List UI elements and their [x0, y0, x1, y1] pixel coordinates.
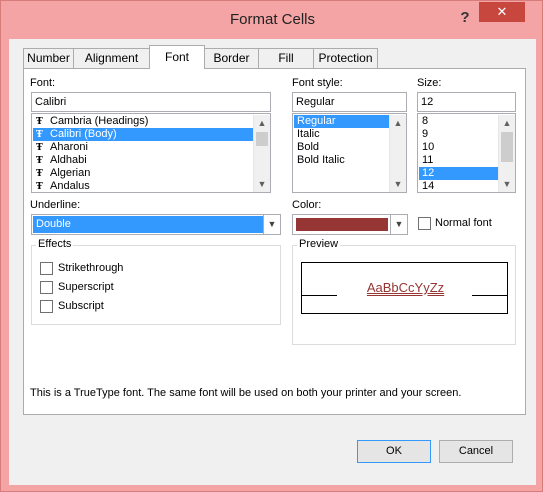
preview-group: Preview AaBbCcYyZz — [292, 238, 516, 345]
size-label: Size: — [417, 77, 442, 89]
close-button[interactable]: ✕ — [479, 2, 525, 22]
size-list-item[interactable]: 11 — [419, 154, 498, 167]
chevron-down-icon[interactable]: ▼ — [263, 215, 280, 234]
font-style-item-selected[interactable]: Regular — [294, 115, 389, 128]
font-name-field[interactable]: Calibri — [31, 92, 271, 112]
scroll-down-arrow-icon[interactable]: ▼ — [390, 176, 406, 192]
effects-group: Effects Strikethrough Superscript Subscr… — [31, 238, 281, 325]
color-picker[interactable]: ▼ — [292, 214, 408, 235]
size-list-item[interactable]: 10 — [419, 141, 498, 154]
font-style-item[interactable]: Bold — [294, 141, 389, 154]
preview-sample-text: AaBbCcYyZz — [366, 280, 445, 295]
tab-border[interactable]: Border — [204, 48, 259, 68]
ok-button[interactable]: OK — [357, 440, 431, 463]
strikethrough-label: Strikethrough — [58, 262, 124, 274]
size-list-item[interactable]: 8 — [419, 115, 498, 128]
truetype-icon: Ŧ — [36, 182, 43, 192]
tab-fill[interactable]: Fill — [258, 48, 314, 68]
size-list-item-selected[interactable]: 12 — [419, 167, 498, 180]
size-list-item[interactable]: 14 — [419, 180, 498, 192]
size-list-scrollbar[interactable]: ▲ ▼ — [498, 115, 515, 192]
normal-font-checkbox[interactable] — [418, 217, 431, 230]
title-bar: Format Cells ? ✕ — [1, 1, 543, 39]
font-list-item[interactable]: Ŧ Aharoni — [33, 141, 253, 154]
size-list-item[interactable]: 9 — [419, 128, 498, 141]
dialog-client-area: Number Alignment Font Border Fill Protec… — [9, 39, 536, 485]
cancel-button[interactable]: Cancel — [439, 440, 513, 463]
effects-title: Effects — [36, 238, 74, 250]
subscript-checkbox[interactable] — [40, 300, 53, 313]
strikethrough-checkbox[interactable] — [40, 262, 53, 275]
size-field[interactable]: 12 — [417, 92, 516, 112]
preview-title: Preview — [297, 238, 341, 250]
font-style-scrollbar[interactable]: ▲ ▼ — [389, 115, 406, 192]
normal-font-label: Normal font — [435, 217, 492, 229]
baseline-right — [472, 295, 507, 296]
underline-label: Underline: — [30, 199, 81, 211]
font-list-item[interactable]: Ŧ Algerian — [33, 167, 253, 180]
superscript-label: Superscript — [58, 281, 114, 293]
scroll-thumb[interactable] — [256, 132, 268, 146]
underline-value: Double — [33, 216, 263, 233]
scroll-thumb[interactable] — [501, 132, 513, 162]
size-list[interactable]: 8 9 10 11 12 14 ▲ ▼ — [417, 113, 516, 193]
font-list-scrollbar[interactable]: ▲ ▼ — [253, 115, 270, 192]
font-style-item[interactable]: Italic — [294, 128, 389, 141]
font-list-item[interactable]: Ŧ Andalus — [33, 180, 253, 192]
scroll-up-arrow-icon[interactable]: ▲ — [390, 115, 406, 131]
font-list-item[interactable]: Ŧ Aldhabi — [33, 154, 253, 167]
subscript-label: Subscript — [58, 300, 104, 312]
tab-alignment[interactable]: Alignment — [73, 48, 150, 68]
help-button[interactable]: ? — [455, 8, 475, 28]
superscript-checkbox[interactable] — [40, 281, 53, 294]
font-list-item-selected[interactable]: Ŧ Calibri (Body) — [33, 128, 253, 141]
font-list-item[interactable]: Ŧ Cambria (Headings) — [33, 115, 253, 128]
scroll-down-arrow-icon[interactable]: ▼ — [499, 176, 515, 192]
font-style-field[interactable]: Regular — [292, 92, 407, 112]
font-list[interactable]: Ŧ Cambria (Headings) Ŧ Calibri (Body) Ŧ Aha… — [31, 113, 271, 193]
font-style-label: Font style: — [292, 77, 343, 89]
tab-font[interactable]: Font — [149, 45, 205, 69]
scroll-down-arrow-icon[interactable]: ▼ — [254, 176, 270, 192]
dialog-window: Format Cells ? ✕ Number Alignment Font B… — [0, 0, 543, 492]
font-style-item[interactable]: Bold Italic — [294, 154, 389, 167]
baseline-left — [302, 295, 337, 296]
font-style-list[interactable]: Regular Italic Bold Bold Italic ▲ ▼ — [292, 113, 407, 193]
preview-box: AaBbCcYyZz — [301, 262, 508, 314]
color-swatch — [296, 218, 388, 231]
scroll-up-arrow-icon[interactable]: ▲ — [254, 115, 270, 131]
tab-protection[interactable]: Protection — [313, 48, 378, 68]
font-tab-panel: Font: Calibri Ŧ Cambria (Headings) Ŧ Calib… — [23, 68, 526, 415]
color-label: Color: — [292, 199, 322, 211]
scroll-up-arrow-icon[interactable]: ▲ — [499, 115, 515, 131]
chevron-down-icon[interactable]: ▼ — [390, 215, 407, 234]
font-info-text: This is a TrueType font. The same font w… — [30, 387, 462, 399]
font-label: Font: — [30, 77, 56, 89]
underline-dropdown[interactable]: Double ▼ — [31, 214, 281, 235]
tab-number[interactable]: Number — [23, 48, 74, 68]
